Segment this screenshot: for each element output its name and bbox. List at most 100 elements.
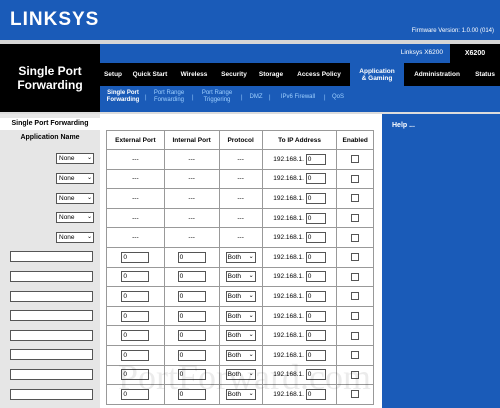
help-link[interactable]: Help ... [392,122,415,129]
product-model: X6200 [450,44,500,63]
internal-port-input[interactable]: 0 [177,271,206,283]
ip-cell: 192.168.1. 0 [261,207,338,229]
ip-last-octet-input[interactable]: 0 [305,192,326,204]
tab-setup[interactable]: Setup [100,63,126,86]
tab-administration[interactable]: Administration [406,63,468,86]
enabled-checkbox[interactable] [351,253,360,262]
protocol-select[interactable]: Both ⌄ [225,310,256,322]
protocol-select[interactable]: Both ⌄ [225,290,256,302]
ip-last-octet-input[interactable]: 0 [305,212,326,224]
product-name: Linksys X6200 [400,49,443,56]
subtab-line1: QoS [331,94,344,100]
product-bar: Linksys X6200 X6200 [100,44,500,63]
subtab-port-range-triggering[interactable]: Port Range Triggering [198,90,236,104]
section-title: Single Port Forwarding [0,44,100,112]
subtab-single-port-forwarding[interactable]: Single Port Forwarding [104,90,142,104]
application-name-input[interactable] [10,329,93,341]
preset-value: None [59,214,75,222]
enabled-cell [336,207,374,229]
enabled-checkbox[interactable] [351,194,360,203]
internal-port-cell: 0 [163,325,220,346]
internal-port-input[interactable]: 0 [177,251,206,263]
preset-dash: --- [188,175,195,183]
left-panel-heading: Single Port Forwarding [0,118,100,130]
internal-port-input[interactable]: 0 [177,310,206,322]
external-port-input[interactable]: 0 [121,330,150,342]
ip-last-octet-input[interactable]: 0 [305,330,326,342]
ip-prefix: 192.168.1. [273,293,304,301]
subtab-port-range-forwarding[interactable]: Port Range Forwarding [150,90,188,104]
ip-cell: 192.168.1. 0 [261,188,338,209]
external-port-input[interactable]: 0 [121,251,150,263]
application-name-input[interactable] [10,388,93,400]
enabled-cell [336,305,374,327]
application-preset-select[interactable]: None ⌄ [56,192,94,204]
subtab-ipv6-firewall[interactable]: IPv6 Firewall [275,94,321,101]
application-preset-select[interactable]: None ⌄ [56,212,94,224]
protocol-cell: --- [218,207,263,229]
chevron-down-icon: ⌄ [86,174,92,181]
preset-value: None [59,155,75,163]
ip-last-octet-input[interactable]: 0 [305,153,326,165]
application-name-input[interactable] [10,310,93,322]
subtab-line2: Forwarding [153,97,184,103]
enabled-cell [336,168,374,190]
protocol-select[interactable]: Both ⌄ [225,330,256,342]
internal-port-input[interactable]: 0 [177,290,206,302]
internal-port-cell: --- [163,227,220,248]
protocol-value: Both [227,273,241,281]
application-name-input[interactable] [10,270,93,282]
tab-quick-start[interactable]: Quick Start [128,63,172,86]
ip-last-octet-input[interactable]: 0 [305,173,326,185]
tab-storage[interactable]: Storage [254,63,288,86]
protocol-cell: Both ⌄ [218,246,263,268]
ip-last-octet-input[interactable]: 0 [305,251,326,263]
tab-access-policy[interactable]: Access Policy [292,63,346,86]
preset-dash: --- [237,175,244,183]
ip-last-octet-input[interactable]: 0 [305,232,326,244]
subtab-line1: Single Port [107,90,139,96]
ip-cell: 192.168.1. 0 [261,149,338,170]
application-name-input[interactable] [10,368,93,380]
enabled-checkbox[interactable] [351,155,360,164]
protocol-select[interactable]: Both ⌄ [225,271,256,283]
enabled-checkbox[interactable] [351,331,360,340]
external-port-input[interactable]: 0 [121,310,150,322]
enabled-checkbox[interactable] [351,312,360,321]
subtab-line2: Forwarding [106,97,140,103]
enabled-cell [336,227,374,248]
chevron-down-icon: ⌄ [248,332,254,339]
ip-last-octet-input[interactable]: 0 [305,290,326,302]
external-port-input[interactable]: 0 [121,271,150,283]
enabled-checkbox[interactable] [351,174,360,183]
internal-port-input[interactable]: 0 [177,330,206,342]
protocol-cell: --- [218,227,263,248]
protocol-select[interactable]: Both ⌄ [225,251,256,263]
external-port-input[interactable]: 0 [121,290,150,302]
tab-application-gaming[interactable]: Application & Gaming [350,63,404,86]
subtab-qos[interactable]: QoS [329,94,347,101]
subtab-line1: Port Range [201,90,233,96]
application-preset-select[interactable]: None ⌄ [56,231,94,243]
subtab-separator: | [269,95,271,101]
top-banner: LINKSYS Firmware Version: 1.0.00 (014) [0,0,500,40]
ip-last-octet-input[interactable]: 0 [305,271,326,283]
subtab-dmz[interactable]: DMZ [247,94,265,101]
application-name-input[interactable] [10,251,93,263]
enabled-checkbox[interactable] [351,292,360,301]
main-tabs: Setup Quick Start Wireless Security Stor… [100,63,500,86]
enabled-checkbox[interactable] [351,233,360,242]
application-preset-select[interactable]: None ⌄ [56,172,94,184]
enabled-checkbox[interactable] [351,214,360,223]
preset-dash: --- [132,234,139,242]
tab-wireless[interactable]: Wireless [174,63,214,86]
ip-last-octet-input[interactable]: 0 [305,310,326,322]
tab-security[interactable]: Security [216,63,252,86]
protocol-cell: Both ⌄ [218,305,263,327]
enabled-checkbox[interactable] [351,272,360,281]
protocol-value: Both [227,312,241,320]
application-name-input[interactable] [10,290,93,302]
application-preset-select[interactable]: None ⌄ [56,153,94,165]
tab-status[interactable]: Status [470,63,500,86]
application-name-input[interactable] [10,349,93,361]
